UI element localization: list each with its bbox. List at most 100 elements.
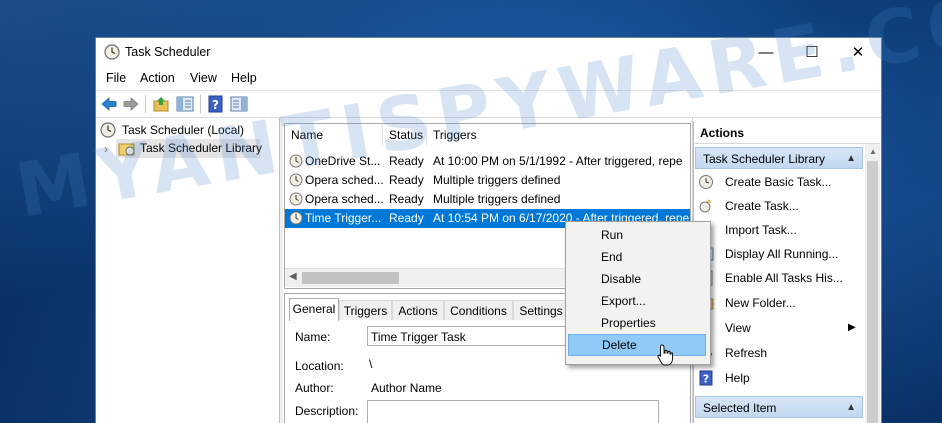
scrollbar-thumb[interactable] xyxy=(302,272,399,284)
column-header-name[interactable]: Name xyxy=(285,124,383,146)
collapse-icon: ▲ xyxy=(846,153,856,164)
help-icon: ? xyxy=(699,370,713,386)
task-clock-icon xyxy=(289,192,303,206)
table-row[interactable]: OneDrive St... Ready At 10:00 PM on 5/1/… xyxy=(285,152,690,171)
mouse-cursor-icon xyxy=(657,344,673,366)
column-header-status[interactable]: Status xyxy=(383,124,427,146)
location-value: \ xyxy=(369,357,373,371)
tab-settings[interactable]: Settings xyxy=(513,300,569,320)
svg-text:?: ? xyxy=(703,373,709,386)
toolbar-separator xyxy=(145,95,146,113)
task-status: Ready xyxy=(389,173,424,187)
collapse-icon: ▲ xyxy=(846,402,856,413)
expand-chevron-icon[interactable]: › xyxy=(104,140,114,158)
maximize-button[interactable]: ☐ xyxy=(789,38,835,67)
menu-item-run[interactable]: Run xyxy=(568,224,706,246)
back-arrow-icon[interactable] xyxy=(100,95,118,113)
section-label: Selected Item xyxy=(703,401,777,415)
action-label: Create Task... xyxy=(725,199,799,213)
tab-general[interactable]: General xyxy=(289,298,339,321)
menu-action[interactable]: Action xyxy=(140,71,175,85)
close-button[interactable]: ✕ xyxy=(835,38,881,67)
task-name: Time Trigger... xyxy=(305,211,382,225)
create-basic-task-icon xyxy=(699,175,713,189)
context-menu: Run End Disable Export... Properties Del… xyxy=(565,221,711,365)
section-label: Task Scheduler Library xyxy=(703,152,826,166)
table-row[interactable]: Opera sched... Ready Multiple triggers d… xyxy=(285,190,690,209)
menu-item-disable[interactable]: Disable xyxy=(568,268,706,290)
action-label: Enable All Tasks His... xyxy=(725,271,843,285)
description-field[interactable] xyxy=(367,400,659,423)
scroll-up-icon[interactable]: ▲ xyxy=(869,147,877,156)
clock-icon xyxy=(100,122,116,138)
menu-item-export[interactable]: Export... xyxy=(568,290,706,312)
action-label: Refresh xyxy=(725,346,768,360)
name-label: Name: xyxy=(295,330,331,344)
menu-item-properties[interactable]: Properties xyxy=(568,312,706,334)
task-status: Ready xyxy=(389,154,424,168)
tree-item-label: Task Scheduler Library xyxy=(140,141,263,155)
task-clock-icon xyxy=(289,211,303,225)
tree-item-label: Task Scheduler (Local) xyxy=(122,123,245,137)
submenu-arrow-icon: ▶ xyxy=(848,322,856,333)
menu-item-delete[interactable]: Delete xyxy=(568,334,706,356)
task-triggers: Multiple triggers defined xyxy=(433,173,561,187)
up-folder-icon[interactable] xyxy=(152,95,170,113)
section-selected-item[interactable]: Selected Item ▲ xyxy=(695,396,863,418)
scrollbar-thumb[interactable] xyxy=(867,161,878,423)
folder-clock-icon xyxy=(118,143,135,156)
action-label: Create Basic Task... xyxy=(725,175,832,189)
help-icon[interactable]: ? xyxy=(207,95,225,113)
tab-triggers[interactable]: Triggers xyxy=(339,300,392,320)
tree-item-library[interactable]: Task Scheduler Library xyxy=(116,139,263,158)
author-value: Author Name xyxy=(371,381,442,395)
menu-bar: File Action View Help xyxy=(96,68,881,90)
task-status: Ready xyxy=(389,211,424,225)
section-task-scheduler-library[interactable]: Task Scheduler Library ▲ xyxy=(695,147,863,169)
location-label: Location: xyxy=(295,359,344,373)
task-name: OneDrive St... xyxy=(305,154,381,168)
svg-text:?: ? xyxy=(212,98,219,112)
actions-title: Actions xyxy=(695,122,880,144)
minimize-button[interactable]: — xyxy=(743,38,789,67)
menu-help[interactable]: Help xyxy=(231,71,257,85)
task-scheduler-window: Task Scheduler — ☐ ✕ File Action View He… xyxy=(95,37,882,423)
task-triggers: Multiple triggers defined xyxy=(433,192,561,206)
scroll-left-icon[interactable]: ◀ xyxy=(289,271,297,282)
forward-arrow-icon[interactable] xyxy=(122,95,140,113)
menu-item-end[interactable]: End xyxy=(568,246,706,268)
menu-file[interactable]: File xyxy=(106,71,126,85)
window-title: Task Scheduler xyxy=(125,45,211,59)
show-hide-action-pane-icon[interactable] xyxy=(230,95,248,113)
task-clock-icon xyxy=(289,173,303,187)
toolbar-separator xyxy=(200,95,201,113)
actions-scrollbar[interactable]: ▲ xyxy=(865,144,880,423)
pane-splitter[interactable] xyxy=(280,118,283,423)
action-view[interactable]: View ▶ xyxy=(698,317,858,339)
column-header-triggers[interactable]: Triggers xyxy=(427,124,690,146)
action-label: Help xyxy=(725,371,750,385)
action-label: Display All Running... xyxy=(725,247,839,261)
action-label: View xyxy=(725,321,751,335)
table-row[interactable]: Opera sched... Ready Multiple triggers d… xyxy=(285,171,690,190)
create-task-icon xyxy=(699,199,711,213)
toolbar: ? xyxy=(96,90,881,118)
description-label: Description: xyxy=(295,404,359,418)
task-name-field[interactable]: Time Trigger Task xyxy=(367,326,567,346)
menu-view[interactable]: View xyxy=(190,71,217,85)
clock-icon xyxy=(104,44,120,60)
navigation-tree: Task Scheduler (Local) › Task Scheduler … xyxy=(96,118,280,423)
author-label: Author: xyxy=(295,381,334,395)
tab-conditions[interactable]: Conditions xyxy=(444,300,513,320)
title-bar[interactable]: Task Scheduler — ☐ ✕ xyxy=(96,38,881,67)
task-clock-icon xyxy=(289,154,303,168)
action-label: Import Task... xyxy=(725,223,797,237)
task-name: Opera sched... xyxy=(305,192,383,206)
action-label: New Folder... xyxy=(725,296,796,310)
task-name: Opera sched... xyxy=(305,173,383,187)
actions-pane: Actions Task Scheduler Library ▲ Create … xyxy=(693,122,881,423)
task-triggers: At 10:00 PM on 5/1/1992 - After triggere… xyxy=(433,154,683,168)
task-status: Ready xyxy=(389,192,424,206)
tab-actions[interactable]: Actions xyxy=(392,300,444,320)
show-hide-tree-icon[interactable] xyxy=(176,95,194,113)
